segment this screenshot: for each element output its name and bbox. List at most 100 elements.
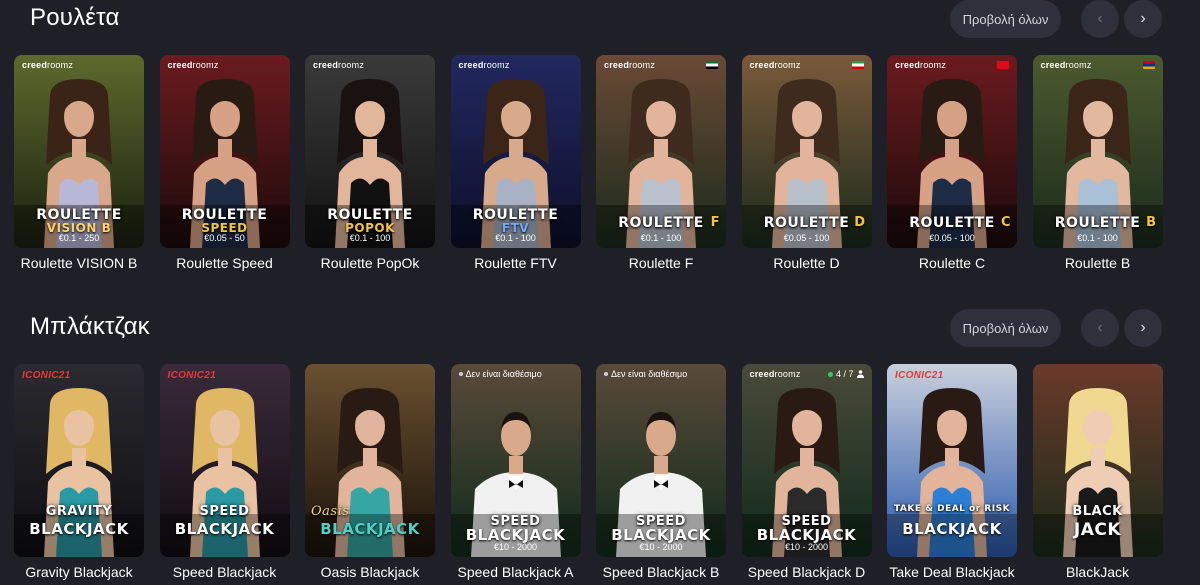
- game-logo-bottom: BLACKJACK: [29, 520, 129, 538]
- game-card[interactable]: creedroomz ROULETTE SPEED €0.05 - 50 Roulett…: [159, 55, 290, 271]
- status-text: Δεν είναι διαθέσιμο: [611, 369, 688, 379]
- game-name[interactable]: Gravity Blackjack: [14, 564, 144, 580]
- game-thumbnail[interactable]: ICONIC21 TAKE & DEAL or RISK BLACKJACK: [887, 364, 1017, 557]
- game-card[interactable]: Oasis BLACKJACK Oasis Blackjack: [305, 364, 435, 580]
- brand-part: creed: [458, 60, 484, 70]
- iconic21-badge: ICONIC21: [167, 370, 217, 381]
- game-thumbnail[interactable]: creedroomz 4 / 7 SPEED BLACKJACK €10 - 2000: [741, 364, 872, 557]
- game-name[interactable]: Roulette B: [1033, 255, 1163, 271]
- chevron-right-icon[interactable]: ›: [1124, 309, 1162, 347]
- game-logo-bottom: B: [1146, 215, 1157, 230]
- status-dot-icon: [458, 372, 463, 376]
- brand-part: roomz: [338, 60, 365, 70]
- game-thumbnail[interactable]: creedroomz ROULETTE SPEED €0.05 - 50: [159, 55, 290, 248]
- brand-part: creed: [1040, 60, 1066, 70]
- brand-part: roomz: [629, 60, 656, 70]
- brand-part: creed: [604, 60, 630, 70]
- bet-limits: €0.1 - 100: [1077, 233, 1118, 243]
- game-logo-top: Oasis: [311, 504, 350, 519]
- chevron-right-icon[interactable]: ›: [1124, 0, 1162, 38]
- game-name[interactable]: Roulette Speed: [160, 255, 290, 271]
- game-card[interactable]: ICONIC21 TAKE & DEAL or RISK BLACKJACK Take…: [887, 364, 1017, 580]
- game-name[interactable]: Speed Blackjack: [160, 564, 290, 580]
- iconic21-badge: ICONIC21: [895, 370, 944, 381]
- brand-logo: creedroomz: [168, 60, 219, 70]
- brand-part: roomz: [774, 369, 801, 379]
- game-thumbnail[interactable]: ICONIC21 SPEED BLACKJACK: [159, 364, 290, 557]
- game-card[interactable]: Δεν είναι διαθέσιμο SPEED BLACKJACK €10 - 2…: [596, 364, 726, 580]
- game-name[interactable]: BlackJack: [1033, 564, 1163, 580]
- game-logo-top: BLACK: [1072, 504, 1123, 519]
- game-card[interactable]: creedroomz 4 / 7 SPEED BLACKJACK €10 - 2000 S…: [741, 364, 872, 580]
- brand-part: creed: [895, 60, 921, 70]
- game-thumbnail[interactable]: creedroomz ROULETTE POPOK €0.1 - 100: [305, 55, 435, 248]
- game-name[interactable]: Speed Blackjack D: [742, 564, 872, 580]
- brand-part: creed: [22, 60, 48, 70]
- game-name[interactable]: Roulette VISION B: [14, 255, 144, 271]
- game-thumbnail[interactable]: creedroomz ROULETTE FTV €0.1 - 100: [450, 55, 581, 248]
- game-thumbnail[interactable]: ICONIC21 GRAVITY BLACKJACK: [14, 364, 144, 557]
- section-title: Ρουλέτα: [30, 4, 120, 31]
- game-logo-top: SPEED: [199, 504, 250, 519]
- game-card[interactable]: creedroomz ROULETTE VISION B €0.1 - 250 Roul…: [14, 55, 144, 271]
- game-thumbnail[interactable]: BLACK JACK: [1032, 364, 1163, 557]
- game-card[interactable]: creedroomz ROULETTE C €0.05 - 100 Roulette C: [887, 55, 1017, 271]
- game-card[interactable]: ICONIC21 SPEED BLACKJACK Speed Blackjack: [159, 364, 290, 580]
- bet-limits: €10 - 2000: [784, 542, 829, 552]
- bet-limits: €0.05 - 100: [929, 233, 975, 243]
- view-all-button[interactable]: Προβολή όλων: [950, 309, 1061, 347]
- flag-icon: [706, 61, 718, 69]
- game-logo-bottom: F: [710, 215, 720, 230]
- game-name[interactable]: Roulette FTV: [451, 255, 581, 271]
- bet-limits: €0.1 - 100: [640, 233, 682, 243]
- brand-part: roomz: [47, 60, 74, 70]
- game-card[interactable]: ICONIC21 GRAVITY BLACKJACK Gravity Blackjac…: [14, 364, 144, 580]
- bet-limits: €0.1 - 100: [349, 233, 391, 243]
- game-card[interactable]: creedroomz ROULETTE B €0.1 - 100 Roulette B: [1032, 55, 1163, 271]
- brand-part: roomz: [1065, 60, 1092, 70]
- game-logo-bottom: JACK: [1073, 520, 1122, 540]
- brand-part: roomz: [192, 60, 219, 70]
- game-name[interactable]: Roulette F: [596, 255, 726, 271]
- bet-limits: €0.1 - 250: [58, 233, 100, 243]
- chevron-left-icon[interactable]: ‹: [1081, 309, 1119, 347]
- unavailable-status: Δεν είναι διαθέσιμο: [604, 369, 687, 379]
- game-thumbnail[interactable]: creedroomz ROULETTE D €0.05 - 100: [741, 55, 872, 248]
- game-card[interactable]: Δεν είναι διαθέσιμο SPEED BLACKJACK €10 - 2…: [450, 364, 581, 580]
- game-thumbnail[interactable]: creedroomz ROULETTE C €0.05 - 100: [887, 55, 1017, 248]
- game-logo-bottom: D: [854, 215, 866, 230]
- bet-limits: €0.05 - 50: [204, 233, 245, 243]
- flag-icon: [997, 61, 1009, 69]
- game-thumbnail[interactable]: creedroomz ROULETTE B €0.1 - 100: [1032, 55, 1163, 248]
- brand-logo: creedroomz: [750, 60, 801, 70]
- game-name[interactable]: Roulette C: [887, 255, 1017, 271]
- bet-limits: €0.05 - 100: [783, 233, 830, 243]
- brand-part: creed: [167, 60, 193, 70]
- brand-logo: creedroomz: [313, 60, 364, 70]
- game-card[interactable]: BLACK JACK BlackJack: [1032, 364, 1163, 580]
- chevron-left-icon[interactable]: ‹: [1081, 0, 1119, 38]
- game-thumbnail[interactable]: Δεν είναι διαθέσιμο SPEED BLACKJACK €10 - 2…: [596, 364, 726, 557]
- game-card[interactable]: creedroomz ROULETTE F €0.1 - 100 Roulette F: [596, 55, 726, 271]
- section-title: Μπλάκτζακ: [30, 313, 150, 340]
- game-name[interactable]: Oasis Blackjack: [305, 564, 435, 580]
- game-name[interactable]: Roulette PopOk: [305, 255, 435, 271]
- game-thumbnail[interactable]: Oasis BLACKJACK: [305, 364, 435, 557]
- brand-part: creed: [749, 369, 775, 379]
- game-card[interactable]: creedroomz ROULETTE D €0.05 - 100 Roulette D: [741, 55, 872, 271]
- game-thumbnail[interactable]: creedroomz ROULETTE F €0.1 - 100: [596, 55, 726, 248]
- view-all-button[interactable]: Προβολή όλων: [950, 0, 1061, 38]
- game-name[interactable]: Speed Blackjack B: [596, 564, 726, 580]
- game-card[interactable]: creedroomz ROULETTE POPOK €0.1 - 100 Roulett…: [305, 55, 435, 271]
- online-dot-icon: [827, 371, 833, 377]
- game-thumbnail[interactable]: creedroomz ROULETTE VISION B €0.1 - 250: [14, 55, 144, 248]
- status-dot-icon: [604, 372, 608, 376]
- game-name[interactable]: Speed Blackjack A: [451, 564, 581, 580]
- game-thumbnail[interactable]: Δεν είναι διαθέσιμο SPEED BLACKJACK €10 - 2…: [450, 364, 581, 557]
- bet-limits: €10 - 2000: [639, 542, 683, 552]
- game-name[interactable]: Roulette D: [742, 255, 872, 271]
- game-name[interactable]: Take Deal Blackjack: [887, 564, 1017, 580]
- game-carousel: ICONIC21 GRAVITY BLACKJACK Gravity Blackjac…: [14, 364, 1194, 585]
- game-card[interactable]: creedroomz ROULETTE FTV €0.1 - 100 Roulette …: [450, 55, 581, 271]
- game-logo-bottom: BLACKJACK: [320, 520, 420, 538]
